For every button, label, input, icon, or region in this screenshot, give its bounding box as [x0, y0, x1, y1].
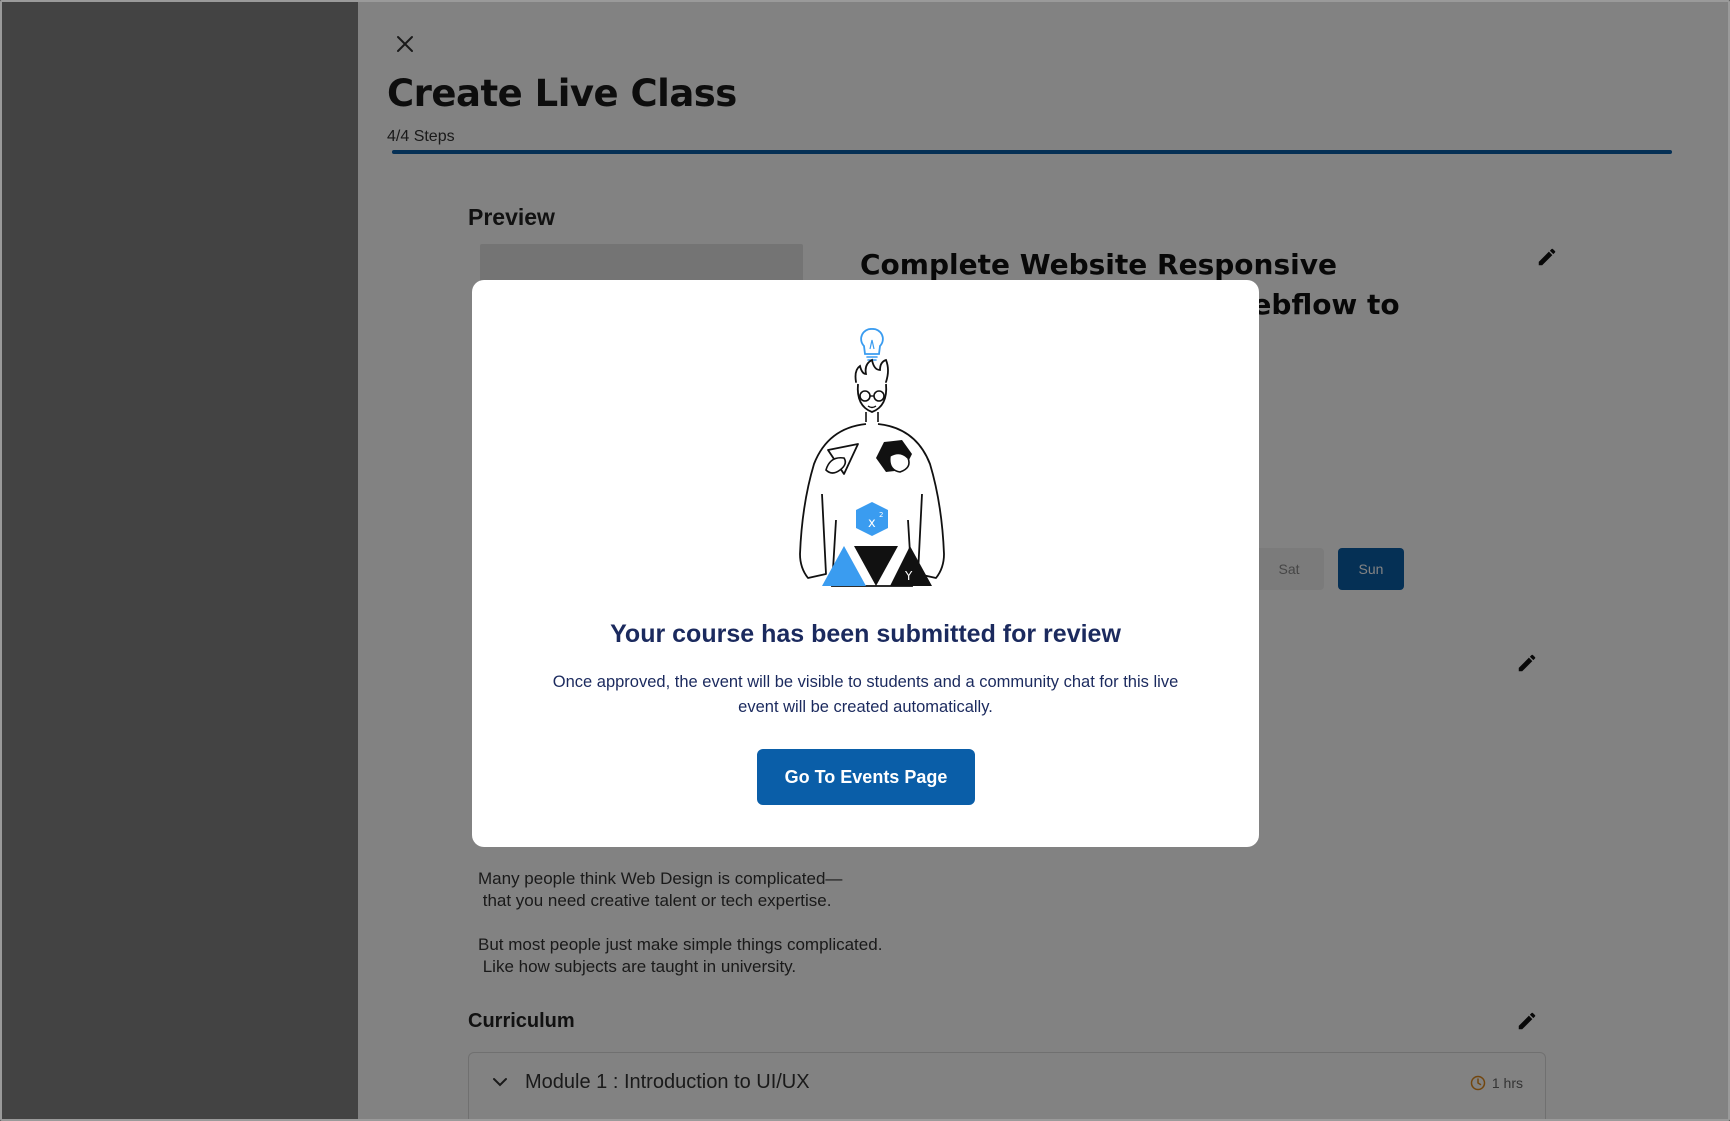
modal-title: Your course has been submitted for revie… [610, 620, 1121, 648]
svg-text:Y: Y [904, 569, 913, 583]
svg-text:x: x [868, 516, 876, 531]
svg-text:2: 2 [879, 511, 883, 519]
person-with-shapes-illustration: x 2 Y [799, 328, 945, 587]
go-to-events-button[interactable]: Go To Events Page [757, 749, 975, 805]
app-frame: Create Live Class 4/4 Steps Preview Comp… [0, 0, 1730, 1121]
modal-message: Once approved, the event will be visible… [552, 673, 1179, 716]
backdrop-panel [2, 2, 358, 1119]
lightbulb-icon [860, 328, 884, 361]
submission-success-modal: x 2 Y Your course has been submitted for… [472, 280, 1259, 847]
